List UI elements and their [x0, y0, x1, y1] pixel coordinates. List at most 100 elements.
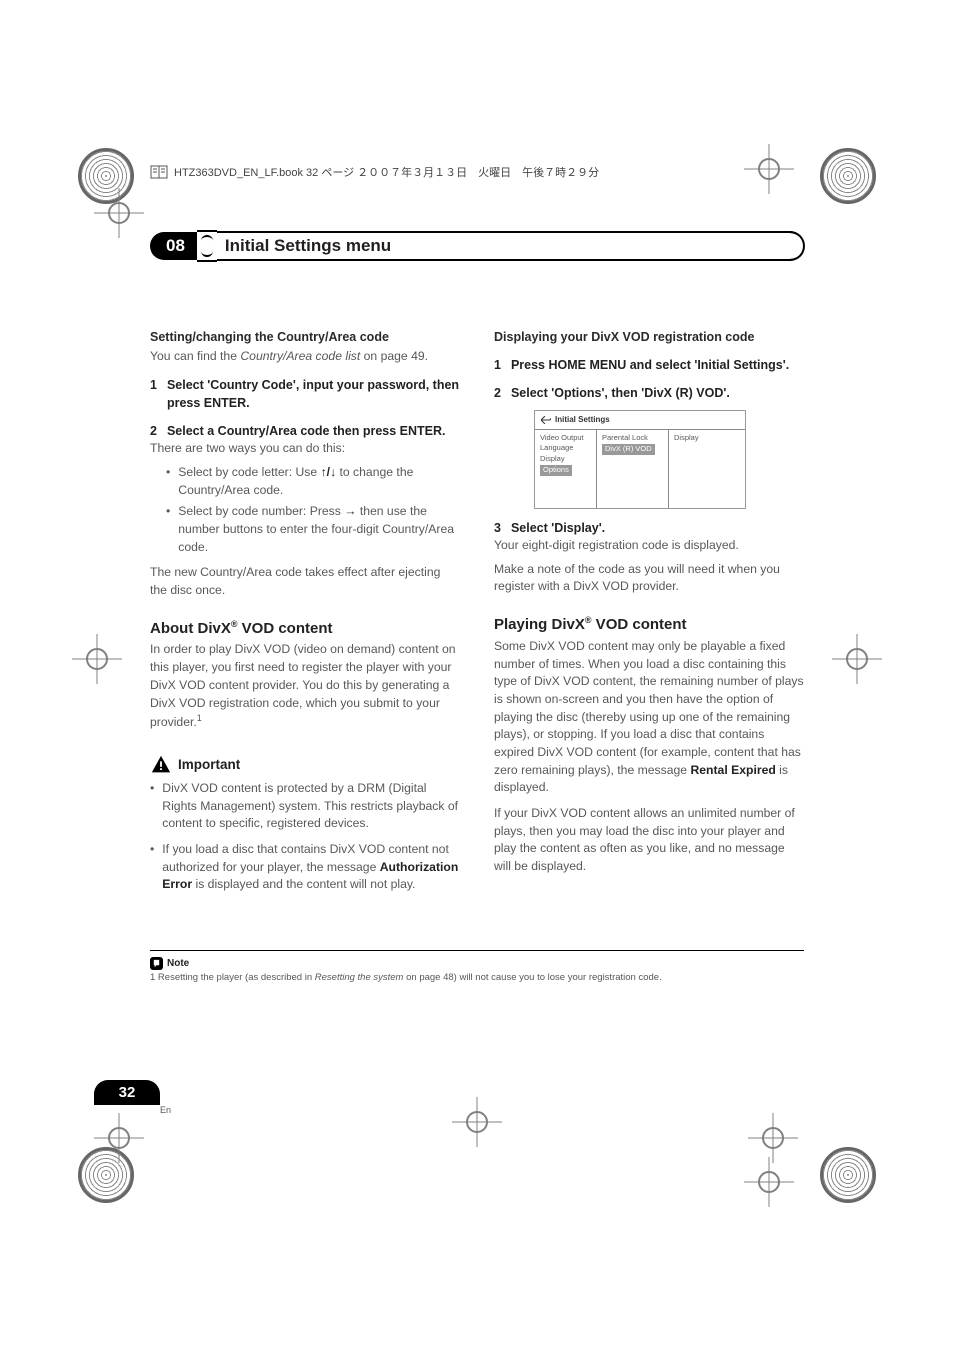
step-number: 1	[494, 356, 501, 374]
menu-item-selected: Options	[540, 465, 572, 476]
body-text: You can find the Country/Area code list …	[150, 348, 460, 366]
important-label: Important	[178, 755, 240, 775]
body-text: Make a note of the code as you will need…	[494, 561, 804, 596]
important-callout: Important	[150, 754, 460, 776]
book-header: HTZ363DVD_EN_LF.book 32 ページ ２００７年３月１３日 火…	[150, 164, 804, 180]
step-number: 1	[150, 376, 157, 412]
menu-item-selected: DivX (R) VOD	[602, 444, 655, 455]
note-label: Note	[167, 958, 189, 969]
chapter-title: Initial Settings menu	[225, 236, 391, 255]
text: VOD content	[237, 620, 332, 637]
bullet-dot-icon: •	[166, 503, 170, 556]
step-text: Select 'Options', then 'DivX (R) VOD'.	[511, 384, 730, 402]
bullet-item: • If you load a disc that contains DivX …	[150, 841, 460, 894]
footnote-rule	[150, 950, 804, 951]
registration-mark-icon	[762, 1127, 784, 1149]
registration-mark-icon	[466, 1111, 488, 1133]
book-icon	[150, 165, 168, 179]
menu-item: Display	[674, 433, 740, 444]
body-text: There are two ways you can do this:	[150, 440, 460, 458]
text: 1 Resetting the player (as described in	[150, 972, 315, 983]
body-text: In order to play DivX VOD (video on dema…	[150, 641, 460, 732]
right-arrow-icon: →	[344, 504, 356, 518]
screenshot-left-pane: Video Output Language Display Options	[535, 430, 597, 508]
text-italic: Resetting the system	[315, 972, 404, 983]
text: You can find the	[150, 349, 240, 363]
step-text: Select 'Display'.	[511, 519, 605, 537]
step: 3 Select 'Display'.	[494, 519, 804, 537]
step: 1 Press HOME MENU and select 'Initial Se…	[494, 356, 804, 374]
body-text: Your eight-digit registration code is di…	[494, 537, 804, 555]
text: Select by code letter: Use	[178, 465, 320, 479]
bullet-item: • DivX VOD content is protected by a DRM…	[150, 780, 460, 833]
menu-item: Language	[540, 443, 591, 454]
section-heading-large: Playing DivX® VOD content	[494, 614, 804, 636]
up-down-arrow-icon: ↑/↓	[321, 465, 337, 479]
screenshot-right-pane: Display	[669, 430, 745, 508]
text: Some DivX VOD content may only be playab…	[494, 639, 804, 777]
text: on page 49.	[360, 349, 428, 363]
left-column: Setting/changing the Country/Area code Y…	[150, 318, 460, 894]
text: Playing DivX	[494, 616, 585, 633]
bullet-text: Select by code number: Press → then use …	[178, 503, 460, 556]
bullet-dot-icon: •	[166, 464, 170, 499]
text-bold: Rental Expired	[690, 763, 775, 777]
text: Select by code number: Press	[178, 504, 344, 518]
footnote-ref: 1	[197, 713, 202, 723]
step-number: 3	[494, 519, 501, 537]
step: 1 Select 'Country Code', input your pass…	[150, 376, 460, 412]
footnote-text: 1 Resetting the player (as described in …	[150, 972, 804, 983]
right-column: Displaying your DivX VOD registration co…	[494, 318, 804, 894]
step-text: Select 'Country Code', input your passwo…	[167, 376, 460, 412]
section-heading: Setting/changing the Country/Area code	[150, 328, 460, 346]
section-heading: Displaying your DivX VOD registration co…	[494, 328, 804, 346]
text: Initial Settings	[555, 414, 610, 426]
print-corner-mark	[820, 1147, 876, 1203]
print-corner-mark	[78, 1147, 134, 1203]
text: on page 48) will not cause you to lose y…	[403, 972, 661, 983]
book-filename: HTZ363DVD_EN_LF.book 32 ページ ２００７年３月１３日 火…	[174, 164, 599, 180]
bullet-dot-icon: •	[150, 780, 154, 833]
menu-item: Parental Lock	[602, 433, 663, 444]
text: About DivX	[150, 620, 231, 637]
menu-item: Video Output	[540, 433, 591, 444]
text: is displayed and the content will not pl…	[192, 877, 415, 891]
registration-mark-icon	[86, 648, 108, 670]
page-number-badge: 32	[94, 1080, 160, 1105]
step-text: Select a Country/Area code then press EN…	[167, 422, 446, 440]
text-italic: Country/Area code list	[240, 349, 360, 363]
bullet-dot-icon: •	[150, 841, 154, 894]
bullet-item: • Select by code letter: Use ↑/↓ to chan…	[150, 464, 460, 499]
step: 2 Select 'Options', then 'DivX (R) VOD'.	[494, 384, 804, 402]
text: VOD content	[592, 616, 687, 633]
registration-mark-icon	[108, 202, 130, 224]
body-text: The new Country/Area code takes effect a…	[150, 564, 460, 599]
bullet-text: If you load a disc that contains DivX VO…	[162, 841, 460, 894]
menu-item: Display	[540, 454, 591, 465]
chapter-number-badge: 08	[150, 232, 197, 260]
step: 2 Select a Country/Area code then press …	[150, 422, 460, 440]
section-heading-large: About DivX® VOD content	[150, 618, 460, 640]
print-corner-mark	[820, 148, 876, 204]
page-language: En	[160, 1105, 171, 1115]
screenshot-title: Initial Settings	[535, 411, 745, 429]
bullet-item: • Select by code number: Press → then us…	[150, 503, 460, 556]
note-row: Note	[150, 957, 804, 970]
bullet-text: Select by code letter: Use ↑/↓ to change…	[178, 464, 460, 499]
registered-symbol: ®	[585, 615, 592, 625]
note-icon	[150, 957, 163, 970]
screenshot-mid-pane: Parental Lock DivX (R) VOD	[597, 430, 669, 508]
step-text: Press HOME MENU and select 'Initial Sett…	[511, 356, 789, 374]
print-corner-mark	[78, 148, 134, 204]
registration-mark-icon	[846, 648, 868, 670]
chapter-header: 08 Initial Settings menu	[150, 230, 804, 262]
step-number: 2	[494, 384, 501, 402]
body-text: Some DivX VOD content may only be playab…	[494, 638, 804, 797]
warning-icon	[150, 754, 172, 776]
body-text: If your DivX VOD content allows an unlim…	[494, 805, 804, 876]
registration-mark-icon	[758, 1171, 780, 1193]
settings-screenshot: Initial Settings Video Output Language D…	[534, 410, 746, 509]
registration-mark-icon	[108, 1127, 130, 1149]
step-number: 2	[150, 422, 157, 440]
bullet-text: DivX VOD content is protected by a DRM (…	[162, 780, 460, 833]
